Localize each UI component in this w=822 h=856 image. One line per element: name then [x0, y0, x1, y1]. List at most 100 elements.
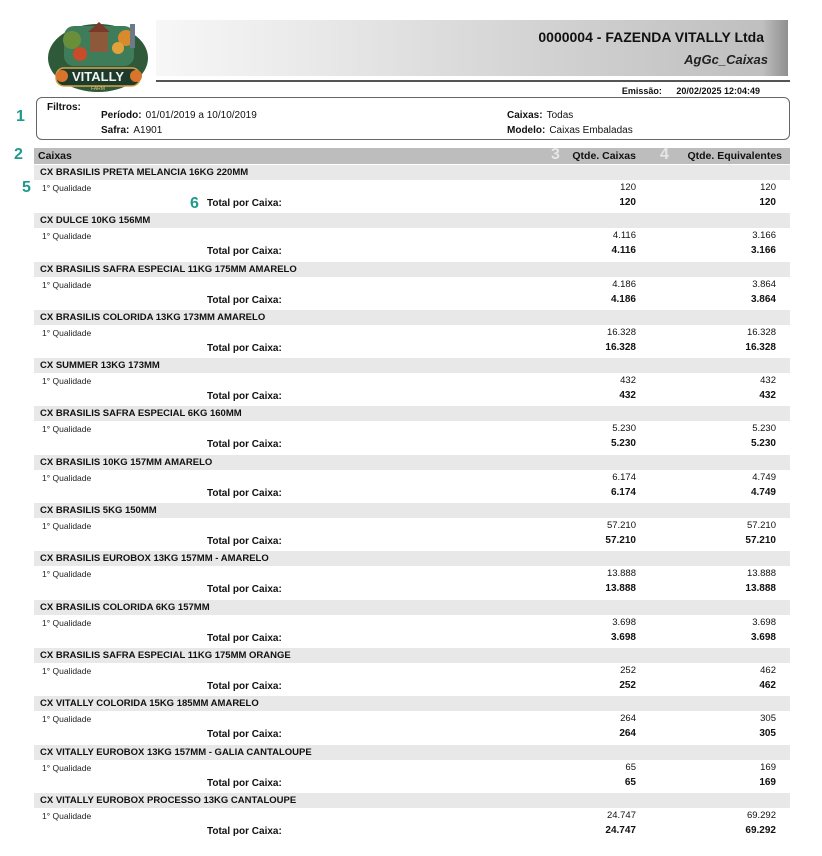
quality-label: 1° Qualidade	[42, 617, 92, 628]
total-label: Total por Caixa:	[207, 294, 282, 306]
quality-label: 1° Qualidade	[42, 231, 92, 242]
total-qtde-equivalentes: 5.230	[750, 438, 776, 450]
filter-caixas: Caixas: Todas	[507, 110, 573, 121]
total-qtde-caixas: 3.698	[610, 631, 636, 643]
total-qtde-caixas: 6.174	[610, 486, 636, 498]
total-qtde-equivalentes: 120	[759, 197, 776, 208]
qtde-caixas-value: 264	[620, 713, 636, 725]
col-qtde-equivalentes: Qtde. Equivalentes	[687, 150, 782, 162]
filter-caixas-value: Todas	[546, 110, 574, 121]
caixa-name: CX BRASILIS SAFRA ESPECIAL 11KG 175MM OR…	[34, 647, 790, 663]
total-qtde-equivalentes: 13.888	[745, 583, 776, 595]
total-qtde-equivalentes: 3.864	[750, 293, 776, 305]
marker-3: 3	[551, 146, 560, 163]
total-qtde-equivalentes: 3.698	[750, 631, 776, 643]
filter-modelo-label: Modelo:	[507, 125, 546, 136]
caixa-name: CX VITALLY COLORIDA 15KG 185MM AMARELO	[34, 696, 790, 712]
filter-periodo-value: 01/01/2019 a 10/10/2019	[145, 110, 257, 121]
caixa-name: CX BRASILIS 10KG 157MM AMARELO	[34, 454, 790, 470]
col-caixas: Caixas	[38, 150, 72, 162]
marker-1: 1	[16, 108, 25, 125]
caixa-group: CX BRASILIS 5KG 150MM 1° Qualidade 57.210 5…	[34, 502, 790, 550]
caixa-group: CX BRASILIS SAFRA ESPECIAL 11KG 175MM AM…	[34, 261, 790, 309]
qtde-equivalentes-value: 4.749	[752, 471, 776, 483]
caixa-name: CX BRASILIS 5KG 150MM	[34, 503, 790, 519]
qtde-caixas-value: 24.747	[606, 809, 636, 821]
total-qtde-caixas: 432	[619, 390, 636, 402]
marker-4: 4	[660, 146, 669, 163]
total-qtde-caixas: 16.328	[605, 341, 636, 353]
caixa-name: CX BRASILIS SAFRA ESPECIAL 6KG 160MM	[34, 406, 790, 422]
emission-label: Emissão:	[621, 86, 662, 96]
quality-label: 1° Qualidade	[42, 376, 92, 387]
qtde-equivalentes-value: 3.864	[752, 278, 776, 290]
filter-safra-label: Safra:	[101, 125, 130, 136]
total-qtde-equivalentes: 3.166	[750, 245, 776, 257]
total-qtde-caixas: 57.210	[605, 535, 636, 547]
col-qtde-caixas: Qtde. Caixas	[572, 150, 636, 162]
total-qtde-equivalentes: 4.749	[750, 486, 776, 498]
total-qtde-equivalentes: 57.210	[745, 535, 776, 547]
qtde-caixas-value: 5.230	[612, 423, 636, 435]
total-label: Total por Caixa:	[207, 391, 282, 403]
quality-label: 1° Qualidade	[42, 714, 92, 725]
filter-modelo: Modelo: Caixas Embaladas	[507, 125, 633, 136]
qtde-caixas-value: 6.174	[612, 471, 636, 483]
caixa-name: CX DULCE 10KG 156MM	[34, 213, 790, 229]
total-label: Total por Caixa:	[207, 825, 282, 837]
total-label: Total por Caixa:	[207, 729, 282, 741]
total-qtde-equivalentes: 432	[759, 390, 776, 402]
total-label: Total por Caixa:	[207, 777, 282, 789]
total-label: Total por Caixa:	[207, 439, 282, 451]
report-code: AgGc_Caixas	[684, 52, 768, 67]
caixa-name: CX BRASILIS SAFRA ESPECIAL 11KG 175MM AM…	[34, 261, 790, 277]
caixa-name: CX BRASILIS COLORIDA 13KG 173MM AMARELO	[34, 309, 790, 325]
emission-value: 20/02/2025 12:04:49	[676, 86, 760, 96]
total-qtde-caixas: 13.888	[605, 583, 636, 595]
total-qtde-caixas: 5.230	[610, 438, 636, 450]
qtde-caixas-value: 57.210	[606, 520, 636, 532]
quality-label: 1° Qualidade	[42, 472, 92, 483]
filters-box: Filtros: Período: 01/01/2019 a 10/10/2019…	[36, 97, 790, 140]
total-label: Total por Caixa:	[207, 487, 282, 499]
filter-periodo: Período: 01/01/2019 a 10/10/2019	[101, 110, 257, 121]
total-qtde-caixas: 24.747	[605, 824, 636, 836]
qtde-caixas-value: 13.888	[606, 568, 636, 580]
total-qtde-equivalentes: 16.328	[745, 341, 776, 353]
quality-label: 1° Qualidade	[42, 183, 92, 193]
quality-label: 1° Qualidade	[42, 424, 92, 435]
qtde-caixas-value: 432	[620, 375, 636, 387]
caixa-group: CX BRASILIS COLORIDA 13KG 173MM AMARELO 1…	[34, 309, 790, 357]
total-qtde-equivalentes: 169	[759, 776, 776, 788]
filter-modelo-value: Caixas Embaladas	[549, 125, 633, 136]
filters-title: Filtros:	[47, 102, 81, 113]
total-qtde-caixas: 4.186	[610, 293, 636, 305]
caixa-group: CX BRASILIS SAFRA ESPECIAL 11KG 175MM OR…	[34, 647, 790, 695]
caixa-group: CX BRASILIS 10KG 157MM AMARELO 1° Qualida…	[34, 454, 790, 502]
total-label: Total por Caixa:	[207, 342, 282, 354]
total-qtde-caixas: 65	[624, 776, 636, 788]
quality-label: 1° Qualidade	[42, 665, 92, 676]
caixa-group: CX BRASILIS COLORIDA 6KG 157MM 1° Qualida…	[34, 599, 790, 647]
filter-periodo-label: Período:	[101, 110, 142, 121]
caixa-group: CX VITALLY COLORIDA 15KG 185MM AMARELO 1°…	[34, 695, 790, 743]
caixa-group: CX DULCE 10KG 156MM 1° Qualidade 4.116 3.16…	[34, 212, 790, 260]
qtde-equivalentes-value: 3.166	[752, 230, 776, 242]
caixa-group: CX BRASILIS PRETA MELANCIA 16KG 220MM 1° …	[34, 164, 790, 212]
quality-label: 1° Qualidade	[42, 569, 92, 580]
qtde-caixas-value: 252	[620, 664, 636, 676]
qtde-equivalentes-value: 462	[760, 664, 776, 676]
total-qtde-equivalentes: 69.292	[745, 824, 776, 836]
qtde-caixas-value: 3.698	[612, 616, 636, 628]
quality-label: 1° Qualidade	[42, 762, 92, 773]
qtde-equivalentes-value: 305	[760, 713, 776, 725]
qtde-equivalentes-value: 3.698	[752, 616, 776, 628]
qtde-caixas-value: 65	[625, 761, 636, 773]
filter-safra-value: A1901	[133, 125, 163, 136]
total-label: Total por Caixa:	[207, 246, 282, 258]
qtde-caixas-value: 4.116	[612, 230, 636, 242]
caixa-group: CX VITALLY EUROBOX 13KG 157MM - GALIA CA…	[34, 744, 790, 792]
caixa-group: CX SUMMER 13KG 173MM 1° Qualidade 432 432 To…	[34, 357, 790, 405]
total-qtde-caixas: 264	[619, 728, 636, 740]
caixa-name: CX VITALLY EUROBOX 13KG 157MM - GALIA CA…	[34, 744, 790, 760]
